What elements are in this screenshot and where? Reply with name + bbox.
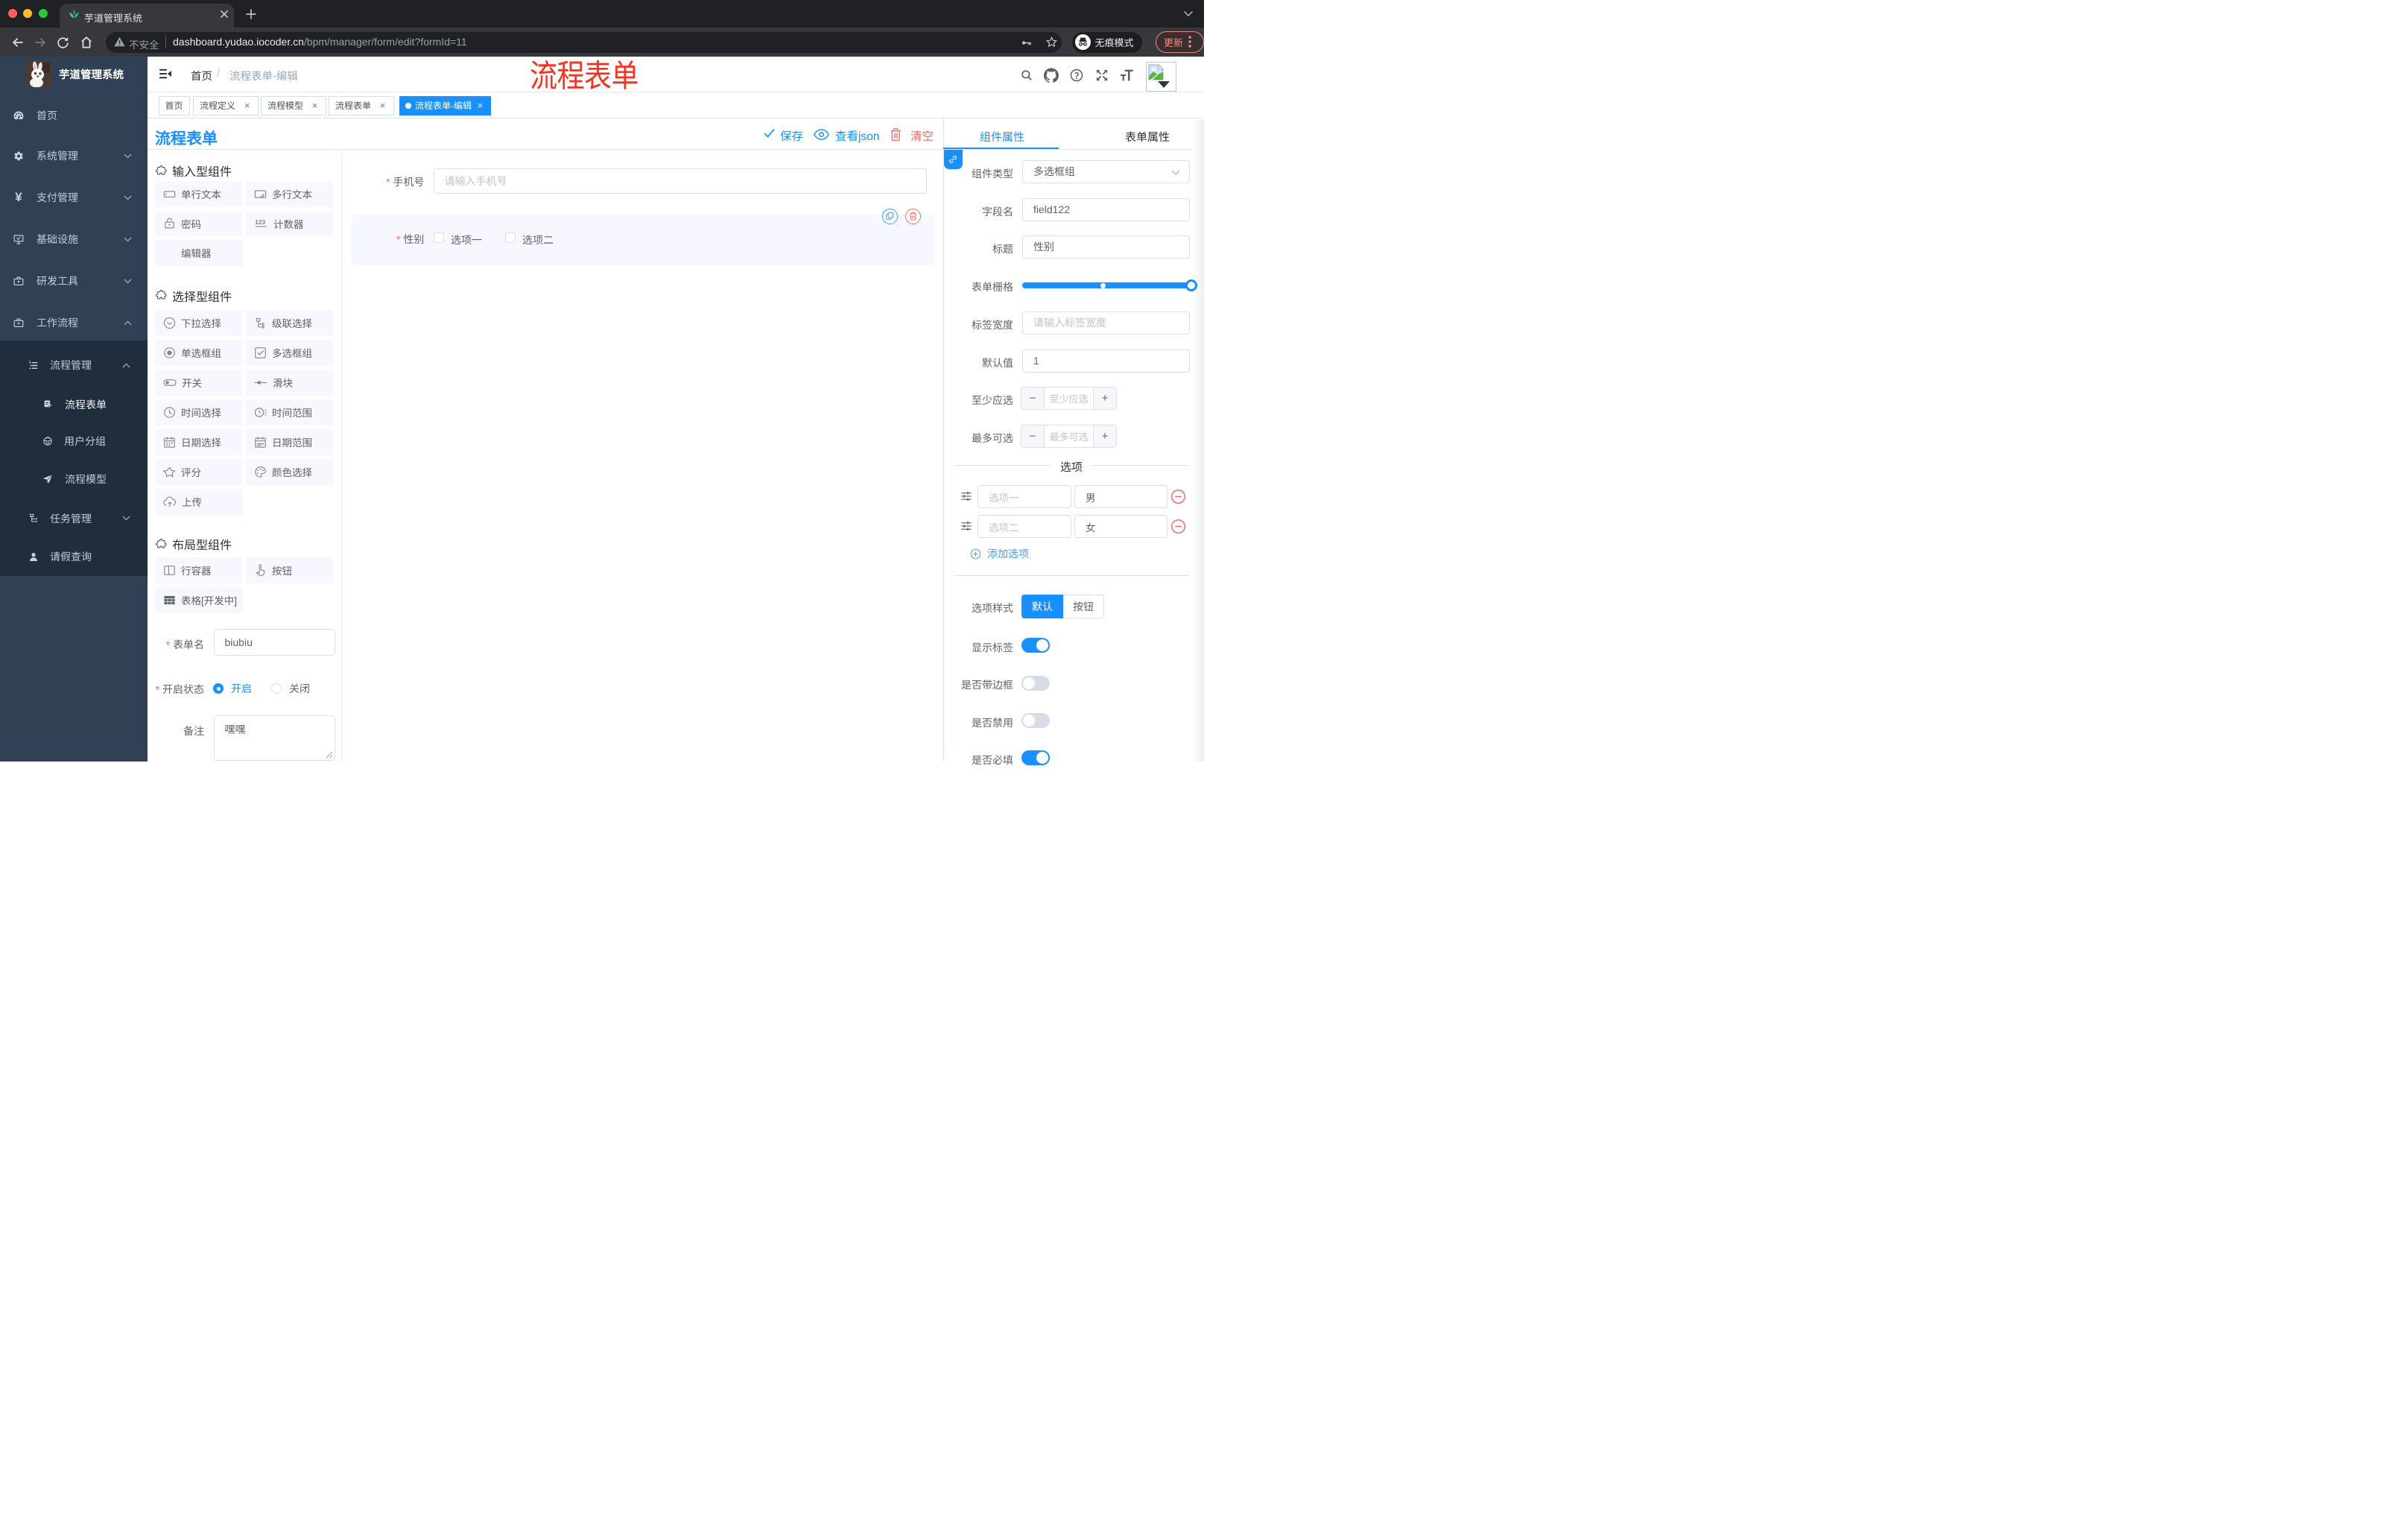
svg-text:123: 123 bbox=[255, 218, 265, 226]
